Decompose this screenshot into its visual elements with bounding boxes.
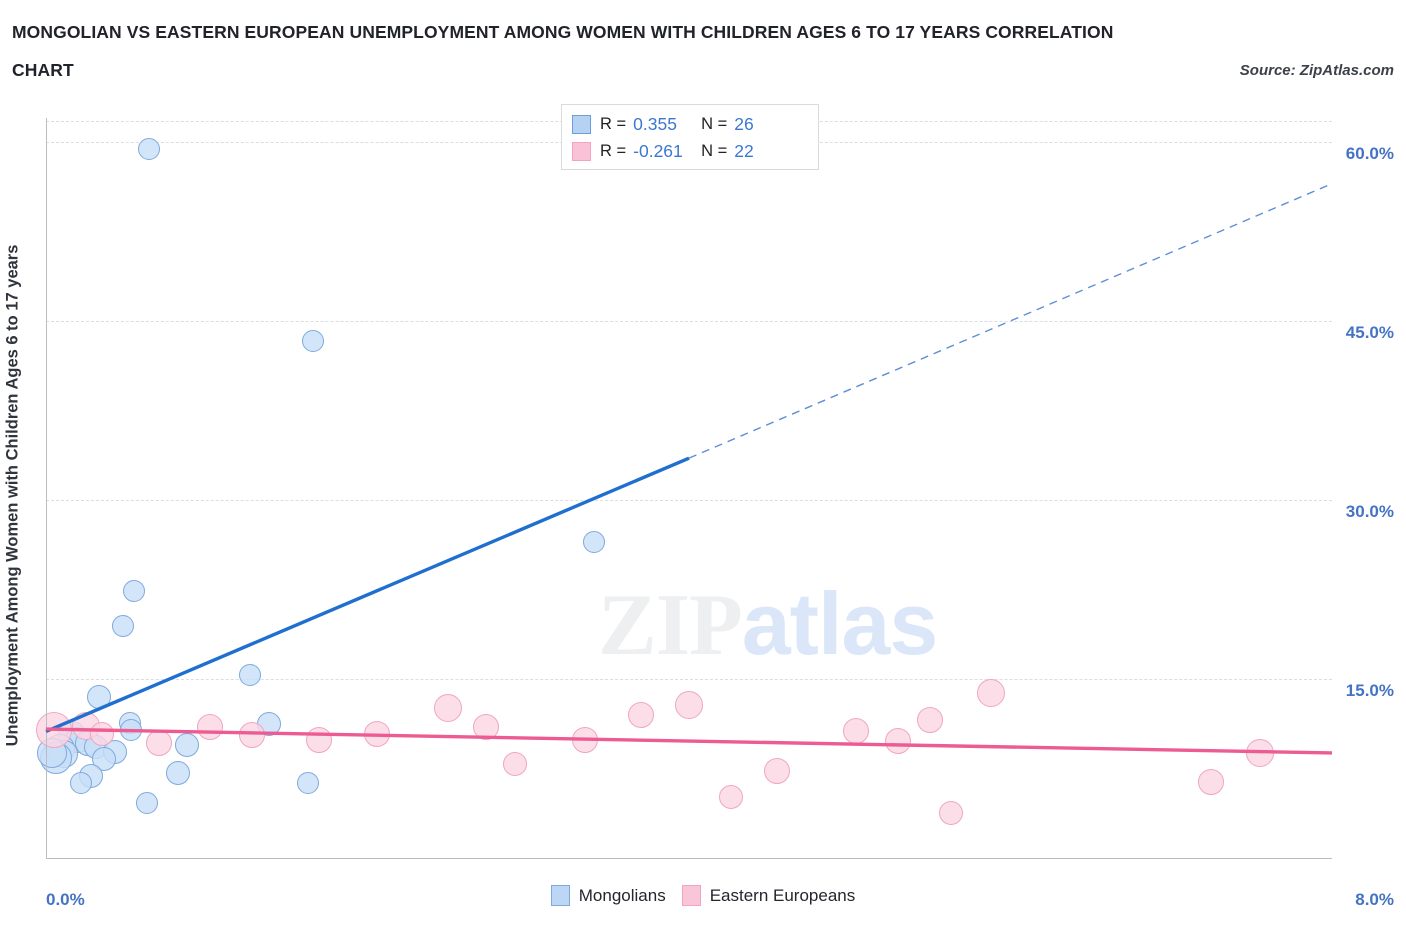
scatter-point[interactable] [764, 757, 791, 784]
stats-legend-swatch [572, 115, 591, 134]
watermark-zip: ZIP [598, 577, 743, 674]
zipatlas-watermark: ZIPatlas [598, 573, 939, 676]
y-axis-tick-label: 30.0% [1345, 501, 1394, 521]
scatter-point[interactable] [1198, 768, 1225, 795]
scatter-point[interactable] [503, 751, 528, 776]
series-legend-label: Mongolians [578, 885, 666, 905]
scatter-point[interactable] [306, 726, 333, 753]
stats-legend: R = 0.355 N = 26 R = -0.261 N = 22 [561, 104, 819, 170]
stats-r-label: R = [600, 115, 627, 133]
scatter-point[interactable] [297, 771, 320, 794]
scatter-point[interactable] [239, 664, 262, 687]
stats-legend-row: R = -0.261 N = 22 [572, 138, 808, 165]
scatter-point[interactable] [238, 722, 265, 749]
scatter-point[interactable] [137, 138, 160, 161]
scatter-point[interactable] [473, 713, 500, 740]
chart-root: MONGOLIAN VS EASTERN EUROPEAN UNEMPLOYME… [0, 0, 1406, 930]
page-title-line-2: CHART [12, 60, 74, 80]
scatter-point[interactable] [70, 771, 93, 794]
series-legend-item[interactable]: Mongolians [550, 885, 666, 906]
scatter-point[interactable] [917, 706, 944, 733]
scatter-point[interactable] [583, 530, 606, 553]
stats-n-value: 22 [734, 141, 754, 161]
y-axis-tick-label: 45.0% [1345, 322, 1394, 342]
stats-r-label: R = [600, 142, 627, 160]
scatter-point[interactable] [977, 679, 1006, 708]
y-axis-tick-label: 60.0% [1345, 143, 1394, 163]
scatter-point[interactable] [939, 800, 964, 825]
series-legend-swatch [550, 885, 570, 906]
scatter-point[interactable] [196, 713, 223, 740]
series-legend-label: Eastern Europeans [709, 885, 856, 905]
plot-area: ZIPatlas [36, 118, 1332, 858]
scatter-point[interactable] [718, 785, 743, 810]
scatter-point[interactable] [364, 720, 391, 747]
scatter-point[interactable] [301, 330, 324, 353]
scatter-point[interactable] [145, 730, 172, 757]
source-attribution: Source: ZipAtlas.com [1239, 62, 1394, 79]
scatter-point[interactable] [112, 615, 135, 638]
series-legend-swatch [681, 885, 701, 906]
stats-n-label: N = [701, 115, 728, 133]
stats-n-label: N = [701, 142, 728, 160]
y-axis-title: Unemployment Among Women with Children A… [0, 205, 28, 785]
y-axis-tick-label: 15.0% [1345, 680, 1394, 700]
gridline [46, 499, 1332, 501]
y-axis-line [46, 118, 47, 858]
stats-legend-swatch [572, 142, 591, 161]
scatter-point[interactable] [90, 721, 115, 746]
scatter-point[interactable] [627, 701, 654, 728]
series-legend: Mongolians Eastern Europeans [0, 885, 1406, 906]
scatter-point[interactable] [165, 761, 190, 786]
series-legend-item[interactable]: Eastern Europeans [681, 885, 856, 906]
page-title-line-1: MONGOLIAN VS EASTERN EUROPEAN UNEMPLOYME… [12, 22, 1114, 42]
scatter-point[interactable] [433, 693, 462, 722]
scatter-point[interactable] [123, 579, 146, 602]
scatter-point[interactable] [175, 732, 200, 757]
stats-r-value: 0.355 [633, 114, 677, 134]
scatter-point[interactable] [843, 718, 870, 745]
stats-n-value: 26 [734, 114, 754, 134]
y-axis-title-text: Unemployment Among Women with Children A… [3, 244, 22, 746]
scatter-point[interactable] [675, 691, 703, 720]
gridline [46, 320, 1332, 322]
scatter-point[interactable] [87, 684, 112, 709]
stats-r-value: -0.261 [633, 141, 683, 161]
scatter-point[interactable] [571, 726, 598, 753]
scatter-point[interactable] [1245, 738, 1274, 767]
x-axis-line [46, 858, 1332, 859]
stats-legend-row: R = 0.355 N = 26 [572, 111, 808, 138]
scatter-point[interactable] [884, 728, 911, 755]
watermark-atlas: atlas [741, 574, 939, 673]
scatter-point[interactable] [120, 719, 143, 742]
scatter-point[interactable] [136, 792, 159, 815]
